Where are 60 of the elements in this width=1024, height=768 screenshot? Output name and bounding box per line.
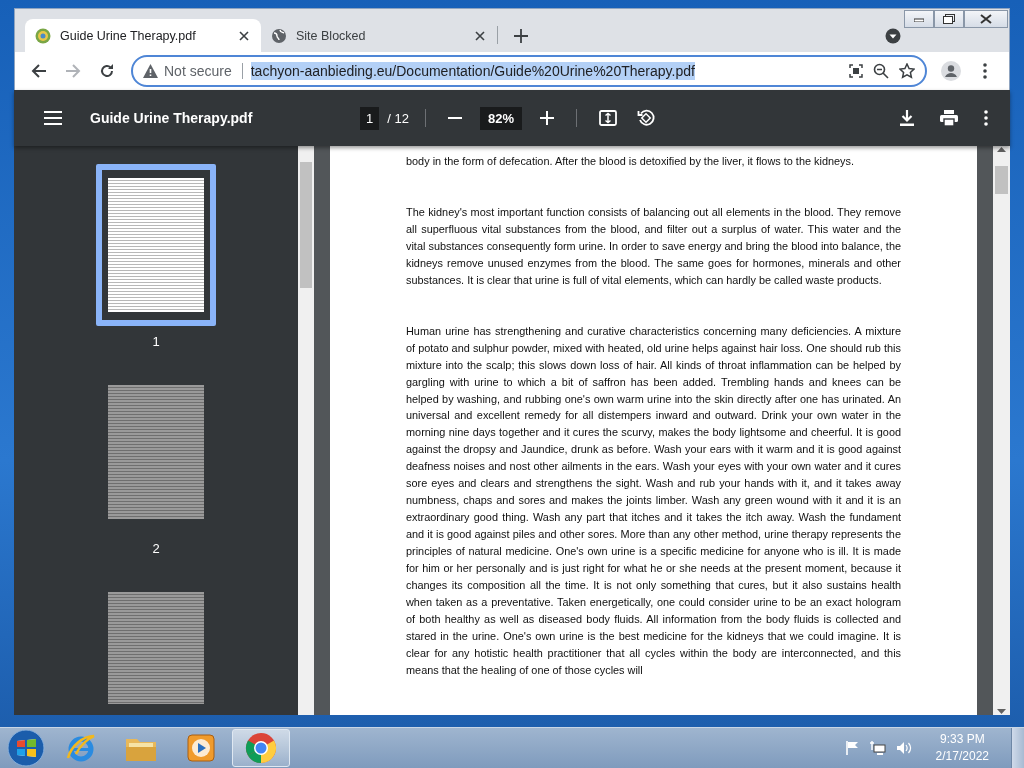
scroll-up-arrow-icon[interactable] — [997, 146, 1006, 152]
body-paragraph: The kidney's most important function consists of balancing out all elements in the blood. They remove all superfluous vital substances from the blood, and filter out a surplus of water. This water and the vital substances consequently form urine. In order to save energy and bring the blood into balance, the kidneys remove unused enzymes from the blood. The same goes for hormones, minerals and other substances. It is clear that urine is full of vital elements, which can hardly be called waste products. — [406, 204, 901, 288]
close-window-button[interactable] — [964, 10, 1008, 28]
close-icon — [980, 14, 992, 24]
speaker-icon[interactable] — [895, 741, 912, 755]
start-icon — [7, 729, 45, 767]
tab-search-icon — [885, 28, 901, 44]
time-label: 9:33 PM — [939, 731, 985, 748]
browser-tab[interactable]: Guide Urine Therapy.pdf — [25, 19, 261, 52]
close-tab-button[interactable] — [237, 28, 251, 43]
body-paragraph: Human urine has strengthening and curative characteristics concerning many deficiencies. A mixture of potato and sulphur powder, mixed with heated, old urine helps against hair loss. One should rub this mixture into the scalp; this slows down loss of hair. All kinds of throat inflammation can be helped by gargling with urine to which a bit of saffron has been added. Trembling hands and knees can be helped by washing, and rubbing one's own warm urine into the skin directly after one has urinated. An universal and excellent remedy for all distempers inward and outward. Drink your own water in the morning nine days together and it cures the scurvy, makes the body lightsome and cheerful. It is good against the dropsy and Jaundice, drunk as before. Wash your ears with it warm and it is good against deafness noises and nost other ailments in the ears. Wash your eyes with your own water and it cures sore eyes and clears and strengthens the sight. Wash and rub your hands with it, and it takes away numbness, chaps and sores and makes the joints limber. Wash any green wound with it and it is an extraordinary good thing. Wash any part that itches and it takes the itch away. Wash the fundament and it is good against piles and other sores. More than any other method, urine therapy represents the principles of natural medicine. One's own urine is a specific medicine for anyone who is ill. It is made for him or her personally and is just right for what he or she needs at the present moment, because it changes its composition all the time. It is not only something that cures, but it also sustains health when taken as a preventative. Taken energetically, one could consider urine to be an exact hologram of both healthy as well as diseased body fluids. All information from the body fluids is collected and stared in the urine. One's own urine is the best medicine for the kidneys that we could imagine. It is clear for any hotistic health practitioner that all cycles within the body are interconnected, and this means that the healing of one of those cycles will — [406, 323, 901, 678]
fit-page-icon — [598, 110, 617, 126]
date-label: 2/17/2022 — [935, 748, 989, 765]
not-secure-label[interactable]: Not secure — [164, 63, 232, 79]
scroll-down-arrow-icon[interactable] — [997, 709, 1006, 715]
scrollbar-thumb[interactable] — [300, 162, 312, 288]
restore-icon — [943, 14, 955, 24]
zoom-level-input[interactable]: 82% — [479, 106, 522, 130]
profile-icon — [941, 61, 961, 81]
warning-icon — [143, 64, 158, 78]
document-title: Guide Urine Therapy.pdf — [90, 110, 254, 126]
qr-code-icon[interactable] — [849, 64, 863, 78]
print-icon — [940, 110, 958, 126]
taskbar-app-button[interactable] — [232, 729, 290, 767]
download-icon — [900, 110, 914, 126]
star-icon[interactable] — [899, 63, 915, 79]
chrome-icon — [245, 732, 277, 764]
page-count-label: / 12 — [387, 110, 409, 126]
reload-icon — [99, 63, 115, 79]
scrollbar-thumb[interactable] — [995, 166, 1008, 194]
globe-icon — [271, 27, 287, 44]
page-number-label: 2 — [152, 541, 160, 556]
zoom-out-icon[interactable] — [873, 63, 889, 79]
browser-tab[interactable]: Site Blocked — [261, 19, 497, 52]
show-desktop-button[interactable] — [1011, 728, 1024, 768]
restore-button[interactable] — [934, 10, 964, 28]
flag-icon[interactable] — [845, 741, 860, 755]
tab-favicon-icon — [35, 27, 51, 44]
close-icon — [239, 30, 249, 41]
page-number-input[interactable]: 1 — [360, 106, 380, 130]
address-bar[interactable]: Not secure tachyon-aanbieding.eu/Documentation/Guide%20Urine%20Therapy.pdf — [131, 55, 927, 87]
menu-icon — [44, 111, 62, 125]
body-paragraph: body in the form of defecation. After the blood is detoxified by the liver, it flows to the kidneys. — [406, 154, 855, 169]
close-tab-button[interactable] — [473, 28, 487, 43]
page-thumbnail[interactable] — [96, 164, 216, 326]
page-number-label: 1 — [152, 334, 160, 349]
back-icon — [31, 63, 47, 79]
forward-icon — [65, 63, 81, 79]
close-icon — [475, 30, 485, 41]
menu-icon — [983, 63, 987, 79]
internet-explorer-icon — [65, 732, 97, 764]
new-icon — [514, 29, 528, 43]
tab-search-button[interactable] — [885, 28, 901, 44]
zoom-in-icon — [539, 111, 554, 125]
network-icon[interactable] — [869, 741, 886, 755]
rotate-icon — [636, 109, 655, 127]
media-player-icon — [186, 733, 216, 763]
minimize-icon — [914, 16, 924, 22]
more-options-icon — [984, 110, 988, 126]
url-text: tachyon-aanbieding.eu/Documentation/Guide%20Urine%20Therapy.pdf — [250, 62, 695, 80]
